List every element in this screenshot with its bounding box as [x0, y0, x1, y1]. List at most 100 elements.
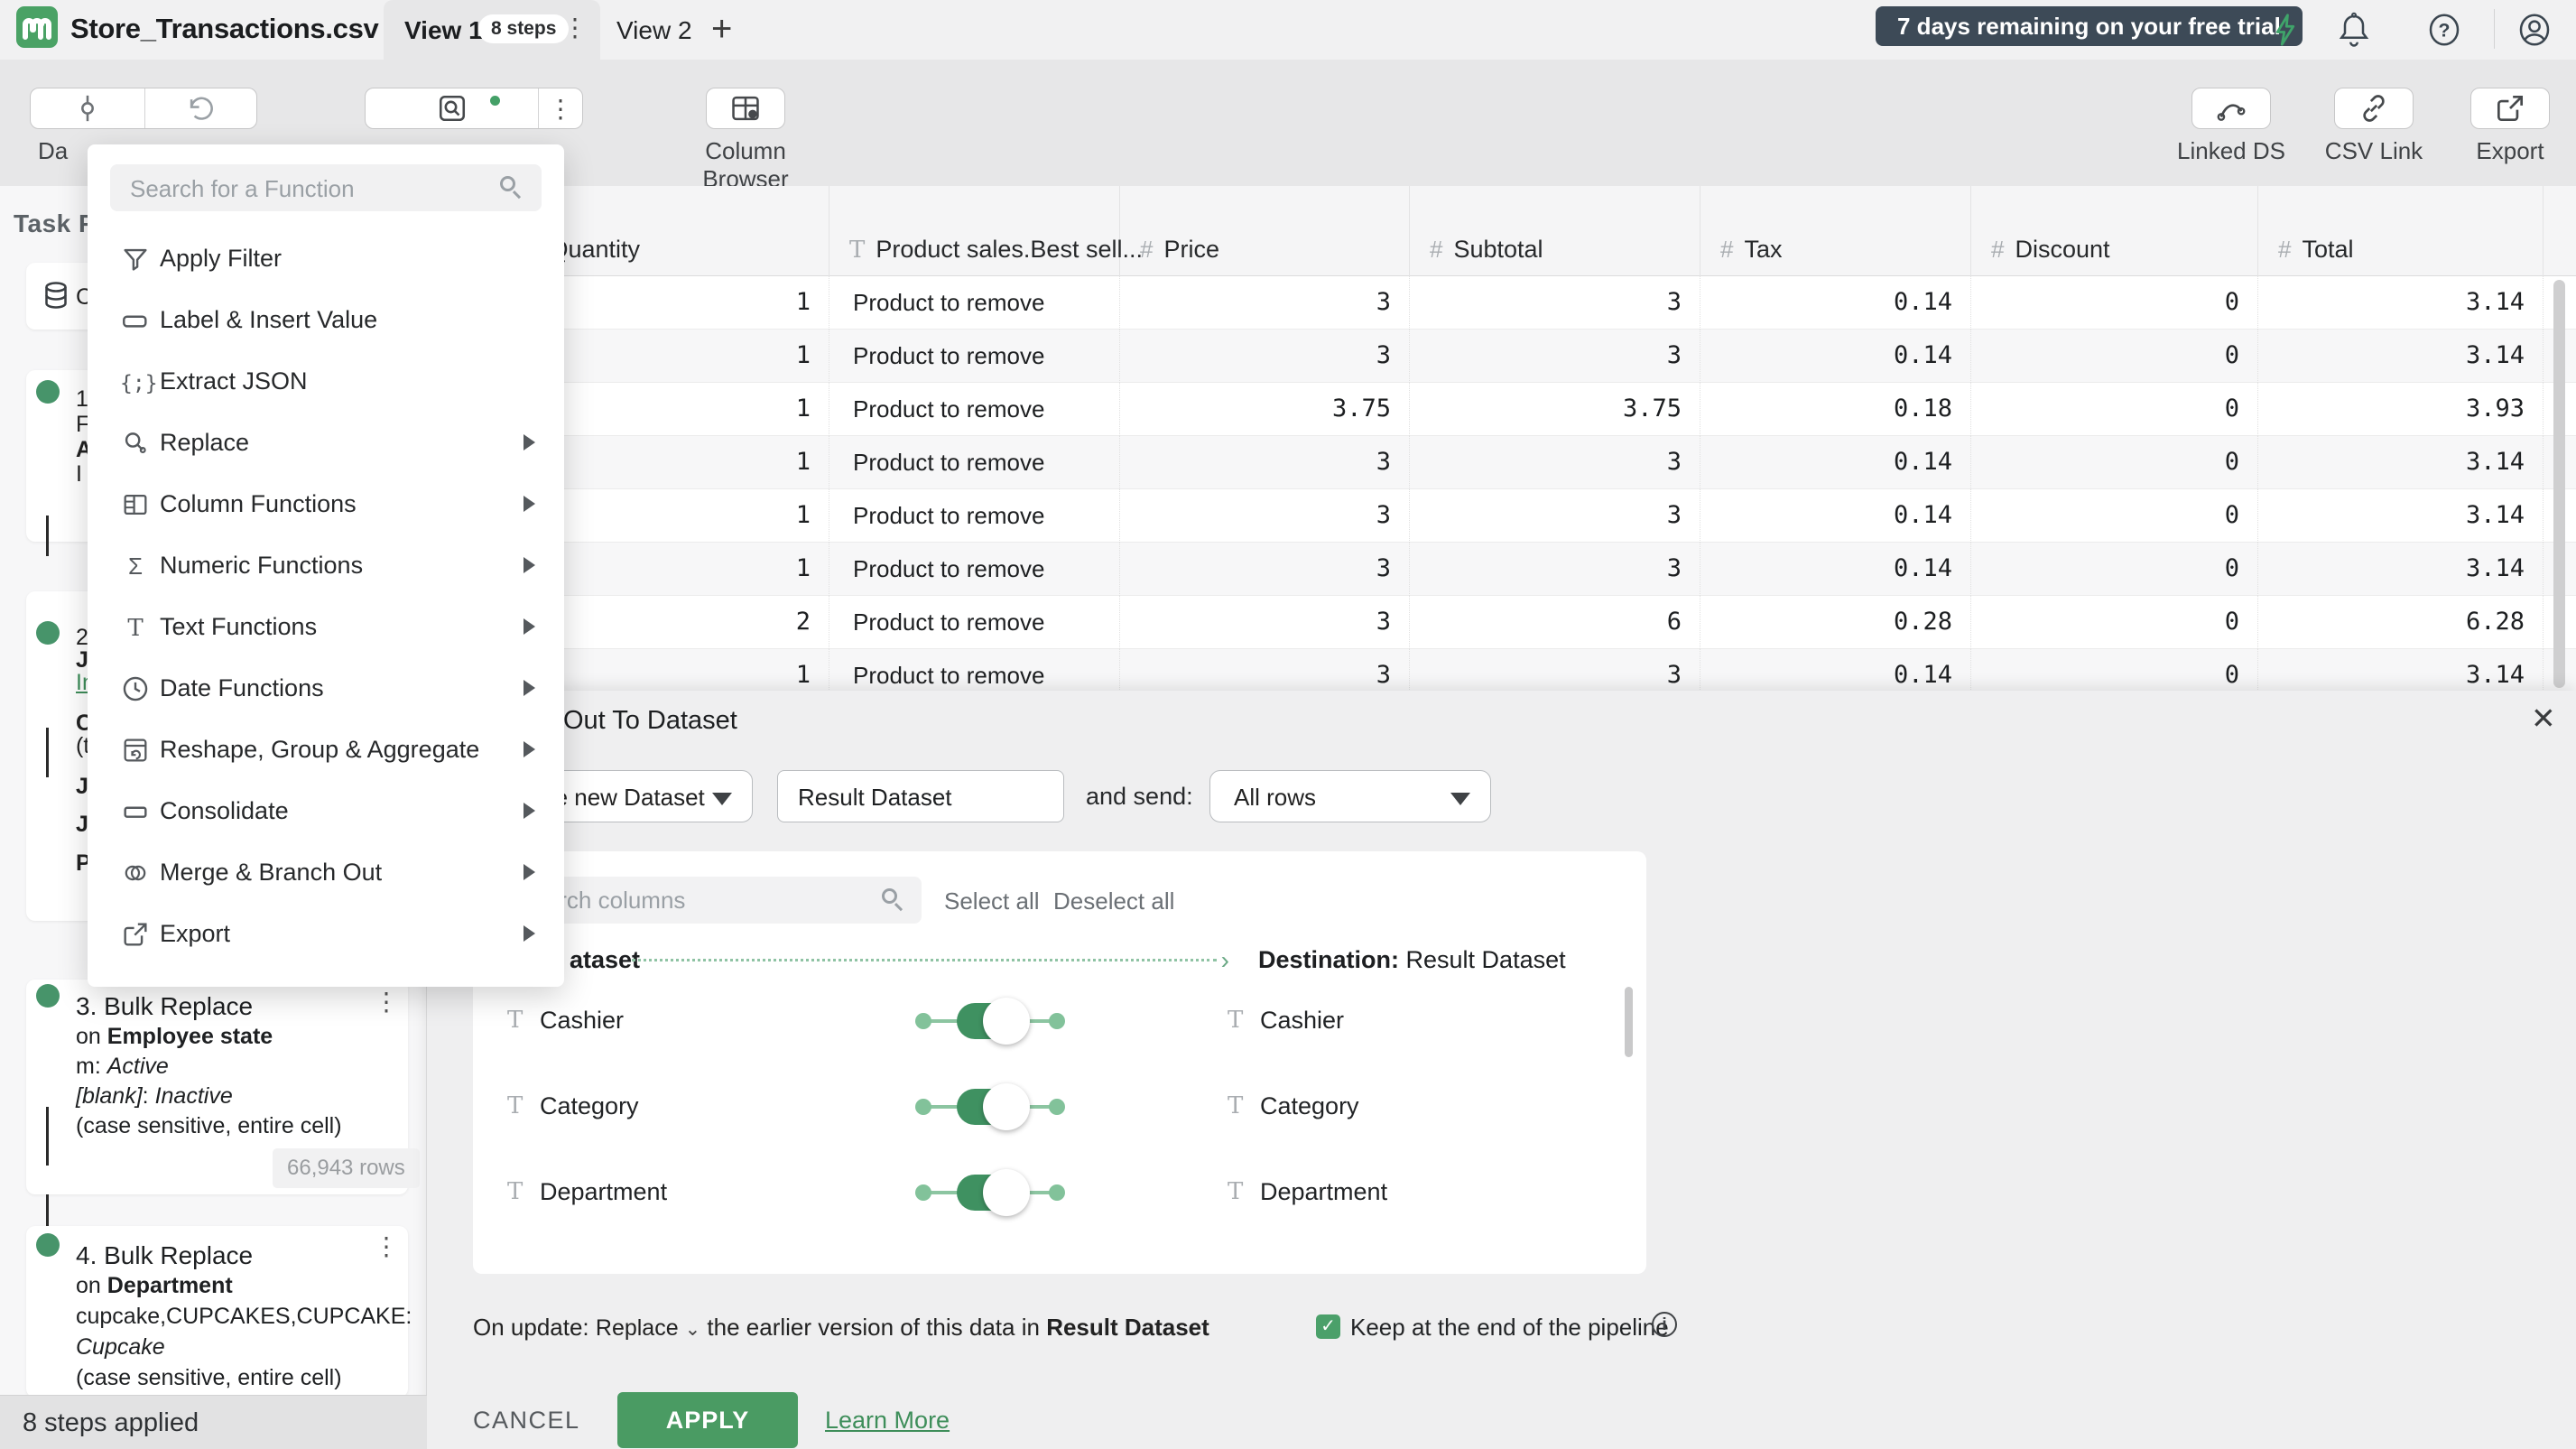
menu-item-column-functions[interactable]: Column Functions: [88, 474, 564, 535]
table-cell: Product to remove: [829, 649, 1120, 691]
tab-view-1-steps-badge: 8 steps: [478, 14, 569, 43]
step-4-note: (case sensitive, entire cell): [76, 1367, 342, 1389]
menu-item-label-insert-value[interactable]: Label & Insert Value: [88, 290, 564, 351]
toggle-left-dot: [915, 1013, 931, 1029]
source-column-label: Department: [540, 1178, 667, 1206]
send-mode-select[interactable]: All rows: [1209, 770, 1491, 822]
column-toggle-category[interactable]: [915, 1082, 1065, 1132]
step-3-kebab-icon[interactable]: ⋮: [374, 987, 399, 1017]
table-cell: 3: [1120, 649, 1410, 691]
menu-item-merge-branch-out[interactable]: Merge & Branch Out: [88, 842, 564, 904]
menu-item-consolidate[interactable]: Consolidate: [88, 781, 564, 842]
numeric-type-icon: #: [2278, 236, 2291, 263]
table-row[interactable]: 1Product to remove3.753.750.1803.93: [427, 383, 2576, 436]
step-text-fragment: J: [76, 774, 88, 800]
function-search-input[interactable]: Search for a Function: [110, 164, 542, 211]
data-grid: #QuantityTProduct sales.Best sell...#Pri…: [427, 186, 2576, 691]
table-cell: 0: [1971, 489, 2258, 543]
tab-view-1-kebab-icon[interactable]: ⋮: [562, 13, 588, 42]
activity-lightning-icon[interactable]: [2267, 12, 2303, 48]
table-row[interactable]: 2Product to remove360.2806.28: [427, 596, 2576, 649]
steps-applied-bar: 8 steps applied: [0, 1395, 427, 1449]
menu-item-extract-json[interactable]: {;}Extract JSON: [88, 351, 564, 413]
numeric-type-icon: #: [1991, 236, 2004, 263]
add-view-button[interactable]: +: [711, 9, 732, 50]
table-cell: 0: [1971, 649, 2258, 691]
mapping-row-department: TDepartmentTDepartment: [473, 1167, 1646, 1218]
table-cell: 3: [1410, 330, 1700, 383]
step-4-detail-2: Cupcake: [76, 1336, 165, 1359]
on-update-suffix: the earlier version of this data in: [707, 1314, 1046, 1341]
account-avatar-icon[interactable]: [2516, 12, 2553, 48]
linked-ds-button[interactable]: [2191, 88, 2271, 129]
column-toggle-cashier[interactable]: [915, 996, 1065, 1046]
tab-view-1[interactable]: View 1 8 steps ⋮: [384, 0, 600, 60]
column-header-price[interactable]: #Price: [1120, 186, 1410, 276]
explore-data-button[interactable]: [366, 88, 538, 128]
mapping-scrollbar[interactable]: [1625, 987, 1633, 1057]
table-row[interactable]: 1Product to remove330.1403.14: [427, 543, 2576, 596]
text-type-icon: T: [1228, 1092, 1243, 1119]
column-browser-button[interactable]: [706, 88, 785, 129]
commit-step-button[interactable]: [31, 88, 144, 128]
deselect-all-link[interactable]: Deselect all: [1053, 887, 1174, 915]
step-3-title: 3. Bulk Replace: [76, 995, 253, 1017]
table-row[interactable]: 1Product to remove330.1403.14: [427, 649, 2576, 691]
chevron-down-icon: [712, 793, 732, 805]
tab-view-2[interactable]: View 2: [616, 16, 692, 45]
menu-item-export[interactable]: Export: [88, 904, 564, 965]
menu-item-text-functions[interactable]: TText Functions: [88, 597, 564, 658]
submenu-arrow-icon: [524, 496, 535, 512]
column-toggle-department[interactable]: [915, 1167, 1065, 1218]
table-cell: 3.14: [2258, 543, 2544, 596]
help-icon[interactable]: ?: [2426, 12, 2462, 48]
step-4-title: 4. Bulk Replace: [76, 1244, 253, 1267]
table-row[interactable]: 1Product to remove330.1403.14: [427, 330, 2576, 383]
dataset-name-input[interactable]: Result Dataset: [777, 770, 1064, 822]
menu-item-apply-filter[interactable]: Apply Filter: [88, 228, 564, 290]
menu-item-reshape-group-aggregate[interactable]: Reshape, Group & Aggregate: [88, 720, 564, 781]
cancel-button[interactable]: CANCEL: [473, 1407, 580, 1435]
table-row[interactable]: 1Product to remove330.1403.14: [427, 489, 2576, 543]
grid-header-row: #QuantityTProduct sales.Best sell...#Pri…: [427, 186, 2576, 276]
column-header-discount[interactable]: #Discount: [1971, 186, 2258, 276]
on-update-mode-select[interactable]: Replace ⌄: [596, 1315, 700, 1341]
steps-applied-label: 8 steps applied: [23, 1408, 199, 1438]
branch-out-panel: Branch Out To Dataset ✕ Create new Datas…: [427, 691, 2576, 1449]
export-button[interactable]: [2470, 88, 2550, 129]
table-cell: 0.14: [1700, 436, 1971, 489]
mapping-row-cashier: TCashierTCashier: [473, 996, 1646, 1046]
table-row[interactable]: 1Product to remove330.1403.14: [427, 276, 2576, 330]
text-type-icon: T: [849, 237, 865, 264]
table-row[interactable]: 1Product to remove330.1403.14: [427, 436, 2576, 489]
learn-more-link[interactable]: Learn More: [825, 1407, 950, 1435]
select-all-link[interactable]: Select all: [944, 887, 1040, 915]
column-header-total[interactable]: #Total: [2258, 186, 2544, 276]
menu-item-numeric-functions[interactable]: ΣNumeric Functions: [88, 535, 564, 597]
reset-history-button[interactable]: [144, 88, 257, 128]
app-logo-icon[interactable]: [16, 6, 58, 48]
table-cell: 3.75: [1410, 383, 1700, 436]
column-header-subtotal[interactable]: #Subtotal: [1410, 186, 1700, 276]
info-icon[interactable]: i: [1652, 1312, 1677, 1337]
panel-close-icon[interactable]: ✕: [2531, 703, 2556, 733]
numeric-type-icon: #: [1720, 236, 1733, 263]
explore-kebab-button[interactable]: ⋮: [538, 88, 582, 128]
destination-column-label: Department: [1260, 1178, 1387, 1206]
table-cell: 3: [1120, 489, 1410, 543]
keep-pipeline-checkbox[interactable]: ✓: [1316, 1314, 1340, 1339]
menu-item-label: Extract JSON: [160, 367, 308, 395]
apply-button[interactable]: APPLY: [617, 1392, 798, 1448]
csv-link-button[interactable]: [2334, 88, 2414, 129]
text-type-icon: T: [1228, 1007, 1243, 1034]
notifications-bell-icon[interactable]: [2336, 12, 2372, 48]
step-4-kebab-icon[interactable]: ⋮: [374, 1231, 399, 1261]
menu-item-replace[interactable]: Replace: [88, 413, 564, 474]
source-column-label: Category: [540, 1092, 639, 1120]
column-header-tax[interactable]: #Tax: [1700, 186, 1971, 276]
table-cell: 0.28: [1700, 596, 1971, 649]
file-title: Store_Transactions.csv: [70, 13, 378, 45]
column-header-product-sales-best-sell[interactable]: TProduct sales.Best sell...: [829, 186, 1120, 276]
menu-item-date-functions[interactable]: Date Functions: [88, 658, 564, 720]
grid-vertical-scrollbar[interactable]: [2553, 280, 2565, 688]
